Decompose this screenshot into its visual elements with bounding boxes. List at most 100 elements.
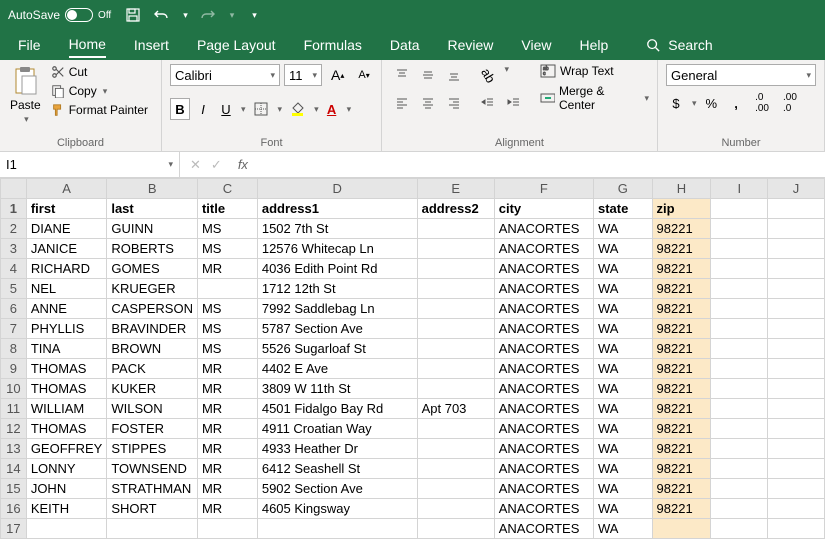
cancel-formula-icon[interactable]: ✕ — [190, 157, 201, 173]
row-header[interactable]: 10 — [1, 379, 27, 399]
col-header-B[interactable]: B — [107, 179, 198, 199]
cell[interactable] — [768, 279, 825, 299]
cell[interactable]: GOMES — [107, 259, 198, 279]
menu-review[interactable]: Review — [448, 33, 494, 57]
row-header[interactable]: 14 — [1, 459, 27, 479]
cell[interactable] — [417, 499, 494, 519]
save-icon[interactable] — [125, 7, 141, 23]
wrap-text-button[interactable]: abcWrap Text — [540, 64, 649, 78]
cell[interactable]: KEITH — [26, 499, 107, 519]
cell[interactable]: MR — [197, 419, 257, 439]
cell[interactable] — [197, 519, 257, 539]
cell[interactable]: DIANE — [26, 219, 107, 239]
cell[interactable]: MR — [197, 379, 257, 399]
align-left-button[interactable] — [390, 92, 414, 114]
align-bottom-button[interactable] — [442, 64, 466, 86]
cell[interactable]: 98221 — [652, 419, 711, 439]
search-box[interactable]: Search — [646, 37, 712, 53]
cell[interactable]: WA — [594, 279, 653, 299]
undo-dropdown[interactable]: ▾ — [183, 10, 188, 21]
cell[interactable] — [417, 459, 494, 479]
cell[interactable]: MR — [197, 359, 257, 379]
cell[interactable]: 98221 — [652, 439, 711, 459]
cell[interactable]: WA — [594, 519, 653, 539]
cell[interactable] — [711, 239, 768, 259]
menu-file[interactable]: File — [18, 33, 41, 57]
cell[interactable] — [711, 279, 768, 299]
cell[interactable]: first — [26, 199, 107, 219]
cell[interactable]: TOWNSEND — [107, 459, 198, 479]
cell[interactable]: ROBERTS — [107, 239, 198, 259]
cell[interactable]: Apt 703 — [417, 399, 494, 419]
cell[interactable]: last — [107, 199, 198, 219]
cell[interactable]: MS — [197, 239, 257, 259]
cell[interactable]: MS — [197, 339, 257, 359]
orientation-button[interactable]: ab — [476, 64, 500, 86]
cell[interactable] — [768, 459, 825, 479]
cell[interactable]: 98221 — [652, 339, 711, 359]
cell[interactable]: ANNE — [26, 299, 107, 319]
percent-format-button[interactable]: % — [701, 92, 723, 114]
qat-customize[interactable]: ▾ — [252, 10, 257, 21]
cell[interactable] — [417, 299, 494, 319]
cell[interactable]: WA — [594, 339, 653, 359]
cell[interactable]: 4605 Kingsway — [257, 499, 417, 519]
cell[interactable]: 98221 — [652, 299, 711, 319]
cell[interactable] — [417, 519, 494, 539]
col-header-J[interactable]: J — [768, 179, 825, 199]
cell[interactable]: WA — [594, 499, 653, 519]
cell[interactable]: address1 — [257, 199, 417, 219]
cell[interactable]: 98221 — [652, 239, 711, 259]
cell[interactable] — [711, 339, 768, 359]
col-header-H[interactable]: H — [652, 179, 711, 199]
cell[interactable]: WA — [594, 299, 653, 319]
cell[interactable]: 5526 Sugarloaf St — [257, 339, 417, 359]
align-right-button[interactable] — [442, 92, 466, 114]
cell[interactable]: MR — [197, 479, 257, 499]
cell[interactable]: ANACORTES — [494, 299, 593, 319]
cell[interactable]: 4933 Heather Dr — [257, 439, 417, 459]
align-middle-button[interactable] — [416, 64, 440, 86]
cell[interactable]: MS — [197, 299, 257, 319]
copy-button[interactable]: Copy▾ — [49, 83, 150, 99]
cell[interactable]: ANACORTES — [494, 399, 593, 419]
row-header[interactable]: 11 — [1, 399, 27, 419]
cell[interactable]: WA — [594, 419, 653, 439]
cell[interactable] — [711, 319, 768, 339]
cell[interactable]: MR — [197, 399, 257, 419]
cell[interactable] — [417, 439, 494, 459]
cell[interactable]: ANACORTES — [494, 219, 593, 239]
cell[interactable] — [711, 519, 768, 539]
cell[interactable]: JOHN — [26, 479, 107, 499]
cell[interactable]: 4036 Edith Point Rd — [257, 259, 417, 279]
cell[interactable]: 98221 — [652, 399, 711, 419]
cell[interactable] — [417, 279, 494, 299]
cell[interactable] — [417, 339, 494, 359]
cell[interactable] — [768, 319, 825, 339]
menu-formulas[interactable]: Formulas — [304, 33, 362, 57]
cell[interactable]: state — [594, 199, 653, 219]
col-header-G[interactable]: G — [594, 179, 653, 199]
row-header[interactable]: 1 — [1, 199, 27, 219]
cell[interactable]: 7992 Saddlebag Ln — [257, 299, 417, 319]
cell[interactable] — [768, 479, 825, 499]
cell[interactable]: CASPERSON — [107, 299, 198, 319]
cell[interactable]: SHORT — [107, 499, 198, 519]
cell[interactable] — [768, 239, 825, 259]
cell[interactable]: WILSON — [107, 399, 198, 419]
row-header[interactable]: 4 — [1, 259, 27, 279]
cell[interactable] — [711, 379, 768, 399]
cell[interactable]: 98221 — [652, 459, 711, 479]
select-all-corner[interactable] — [1, 179, 27, 199]
cut-button[interactable]: Cut — [49, 64, 150, 80]
cell[interactable] — [711, 359, 768, 379]
cell[interactable]: STRATHMAN — [107, 479, 198, 499]
comma-format-button[interactable]: , — [726, 92, 746, 114]
cell[interactable] — [711, 439, 768, 459]
cell[interactable]: title — [197, 199, 257, 219]
cell[interactable]: ANACORTES — [494, 259, 593, 279]
cell[interactable]: ANACORTES — [494, 439, 593, 459]
row-header[interactable]: 15 — [1, 479, 27, 499]
cell[interactable]: WA — [594, 219, 653, 239]
cell[interactable]: ANACORTES — [494, 279, 593, 299]
